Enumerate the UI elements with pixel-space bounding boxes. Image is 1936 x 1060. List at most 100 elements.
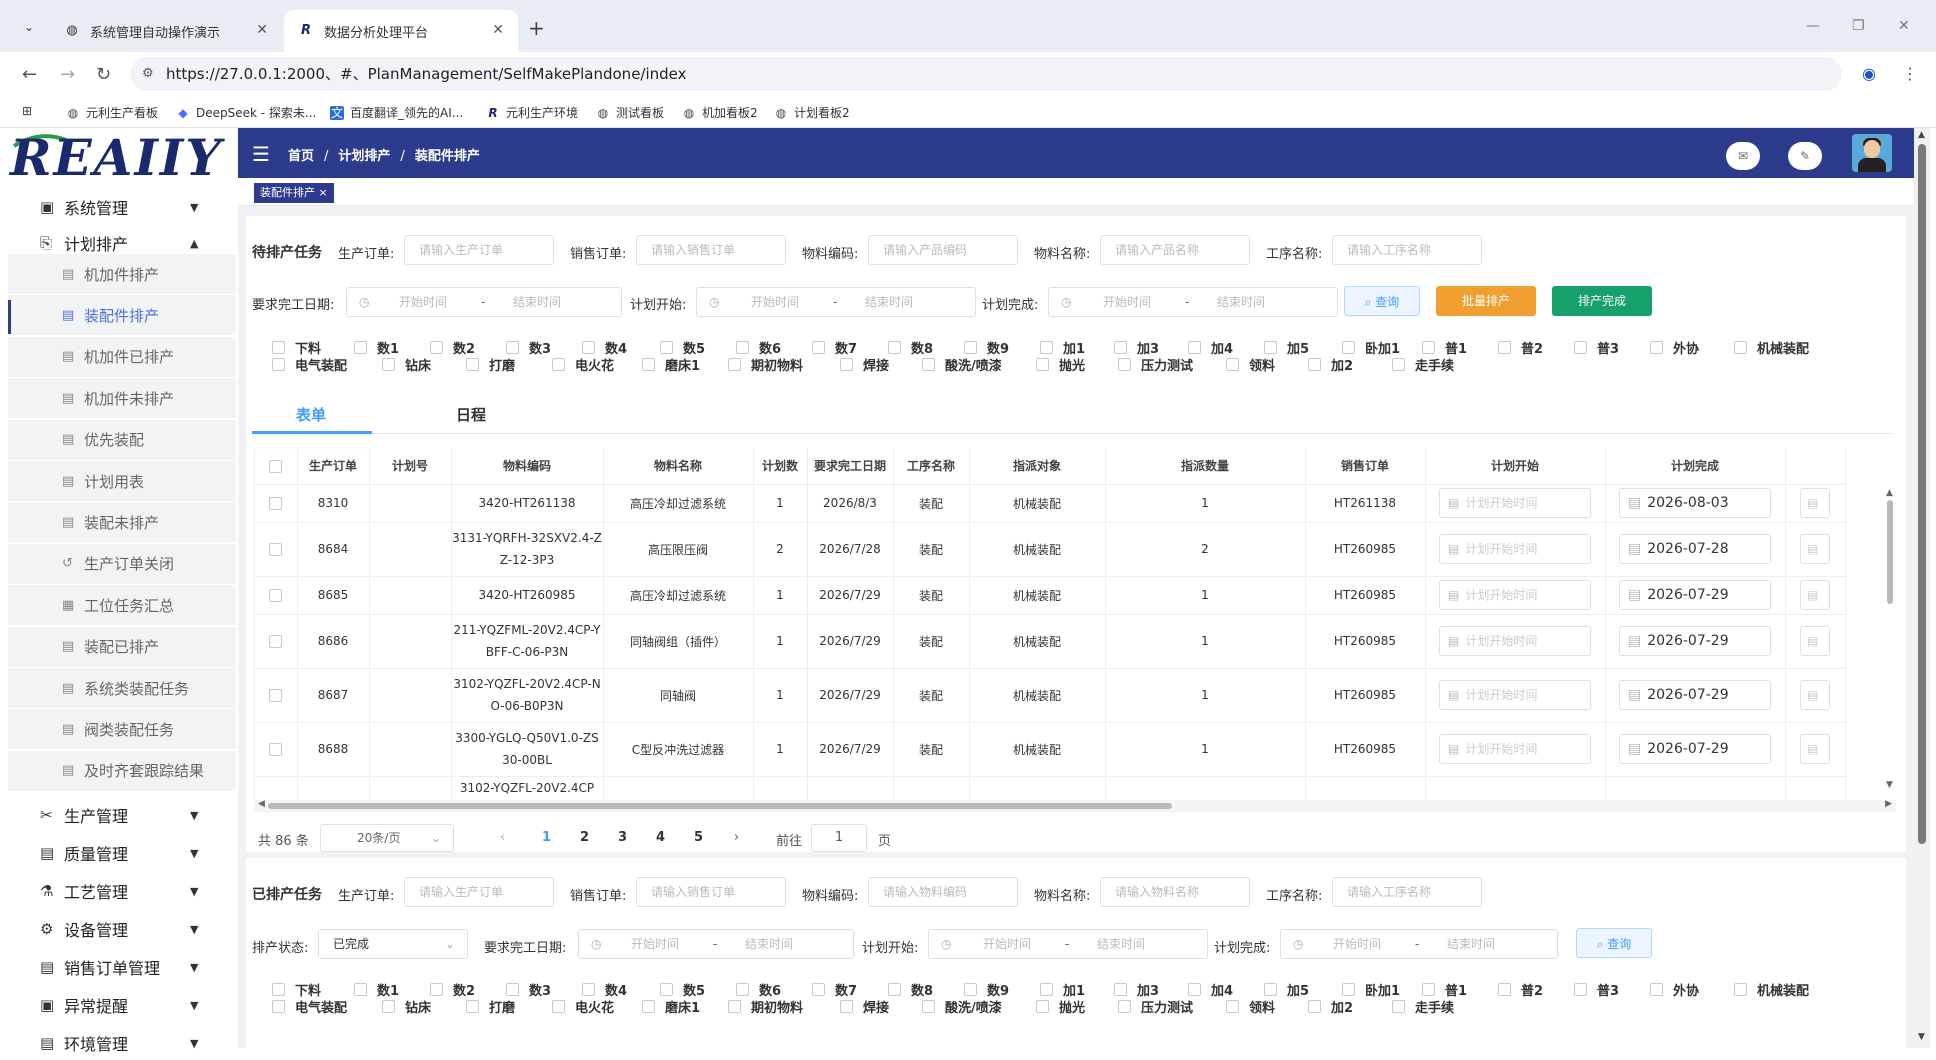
- checkbox-box[interactable]: [466, 1000, 479, 1013]
- table-vertical-scrollbar[interactable]: ▲ ▼: [1884, 488, 1896, 794]
- plan-end-picker[interactable]: ▤ 2026-07-28: [1619, 534, 1771, 564]
- checkbox-box[interactable]: [382, 1000, 395, 1013]
- calendar-icon[interactable]: ▤: [1800, 734, 1830, 764]
- page-number[interactable]: 2: [580, 830, 589, 845]
- checkbox-box[interactable]: [272, 983, 285, 996]
- bookmark-item[interactable]: ◍ 计划看板2: [774, 104, 850, 121]
- checkbox-box[interactable]: [466, 358, 479, 371]
- tab-form[interactable]: 表单: [296, 404, 326, 425]
- process-checkbox[interactable]: 磨床1: [642, 355, 700, 374]
- column-header[interactable]: 指派数量: [1105, 448, 1306, 485]
- column-header[interactable]: 要求完工日期: [807, 448, 894, 485]
- cell-plan-start[interactable]: ▤ 计划开始时间: [1425, 722, 1606, 777]
- process-input[interactable]: 请输入工序名称: [1332, 235, 1482, 265]
- process-checkbox[interactable]: 普2: [1498, 338, 1543, 357]
- mail-icon[interactable]: ✉: [1726, 142, 1760, 170]
- process-checkbox[interactable]: 普3: [1574, 980, 1619, 999]
- page-size-select[interactable]: 20条/页 ⌄: [320, 824, 454, 852]
- process-checkbox[interactable]: 期初物料: [728, 997, 803, 1016]
- process-checkbox[interactable]: 抛光: [1036, 355, 1085, 374]
- sidebar-section[interactable]: ▤ 环境管理 ▼: [0, 1026, 236, 1060]
- process-checkbox[interactable]: 打磨: [466, 997, 515, 1016]
- sidebar-item[interactable]: ▤ 机加件未排产: [8, 378, 236, 419]
- process-checkbox[interactable]: 钻床: [382, 355, 431, 374]
- done-req-date-range[interactable]: ◷ 开始时间 - 结束时间: [578, 929, 854, 959]
- checkbox-box[interactable]: [1342, 341, 1355, 354]
- checkbox-box[interactable]: [922, 1000, 935, 1013]
- calendar-icon[interactable]: ▤: [1800, 534, 1830, 564]
- checkbox-box[interactable]: [1226, 1000, 1239, 1013]
- process-checkbox[interactable]: 焊接: [840, 355, 889, 374]
- sidebar-item[interactable]: ▤ 装配件排产: [8, 295, 236, 336]
- process-checkbox[interactable]: 加2: [1308, 997, 1353, 1016]
- sidebar-item[interactable]: ↺ 生产订单关闭: [8, 543, 236, 584]
- process-checkbox[interactable]: 机械装配: [1734, 338, 1809, 357]
- calendar-icon[interactable]: ▤: [1800, 626, 1830, 656]
- goto-page-input[interactable]: 1: [811, 824, 867, 852]
- close-tag-icon[interactable]: ×: [319, 186, 328, 199]
- edit-icon[interactable]: ✎: [1788, 142, 1822, 170]
- process-checkbox[interactable]: 走手续: [1392, 355, 1454, 374]
- checkbox-box[interactable]: [728, 358, 741, 371]
- cell-extra[interactable]: ▤: [1785, 484, 1846, 523]
- checkbox-box[interactable]: [642, 358, 655, 371]
- checkbox-box[interactable]: [269, 689, 283, 702]
- sidebar-item[interactable]: ▤ 装配已排产: [8, 626, 236, 667]
- cell-extra[interactable]: ▤: [1785, 522, 1846, 577]
- calendar-icon[interactable]: ▤: [1800, 488, 1830, 518]
- site-info-icon[interactable]: ⚙: [142, 57, 154, 91]
- checkbox-box[interactable]: [1574, 341, 1587, 354]
- process-checkbox[interactable]: 磨床1: [642, 997, 700, 1016]
- tab-schedule[interactable]: 日程: [456, 404, 486, 425]
- checkbox-box[interactable]: [642, 1000, 655, 1013]
- column-header[interactable]: 生产订单: [297, 448, 370, 485]
- process-checkbox[interactable]: 钻床: [382, 997, 431, 1016]
- table-horizontal-scrollbar[interactable]: ◀ ▶: [254, 799, 1896, 812]
- process-checkbox[interactable]: 压力测试: [1118, 355, 1193, 374]
- process-checkbox[interactable]: 抛光: [1036, 997, 1085, 1016]
- breadcrumb-item[interactable]: 计划排产: [338, 149, 390, 164]
- plan-end-range[interactable]: ◷ 开始时间 - 结束时间: [1048, 287, 1338, 317]
- process-checkbox[interactable]: 电火花: [552, 997, 614, 1016]
- plan-start-picker[interactable]: ▤ 计划开始时间: [1439, 534, 1591, 564]
- row-checkbox-cell[interactable]: [255, 668, 298, 723]
- tab-search-icon[interactable]: ⌄: [18, 16, 40, 38]
- calendar-icon[interactable]: ▤: [1800, 580, 1830, 610]
- plan-start-picker[interactable]: ▤ 计划开始时间: [1439, 680, 1591, 710]
- plan-end-picker[interactable]: ▤ 2026-07-29: [1619, 680, 1771, 710]
- more-menu-icon[interactable]: ⋮: [1902, 64, 1918, 83]
- page-tag[interactable]: 装配件排产 ×: [254, 183, 334, 203]
- process-checkbox[interactable]: 领料: [1226, 997, 1275, 1016]
- checkbox-box[interactable]: [1118, 358, 1131, 371]
- checkbox-box[interactable]: [1226, 358, 1239, 371]
- cell-plan-start[interactable]: ▤ 计划开始时间: [1425, 484, 1606, 523]
- checkbox-box[interactable]: [354, 341, 367, 354]
- calendar-icon[interactable]: ▤: [1800, 680, 1830, 710]
- cell-plan-start[interactable]: ▤ 计划开始时间: [1425, 576, 1606, 615]
- cell-extra[interactable]: ▤: [1785, 614, 1846, 669]
- done-prod-order-input[interactable]: 请输入生产订单: [404, 877, 554, 907]
- mat-name-input[interactable]: 请输入产品名称: [1100, 235, 1250, 265]
- sidebar-section[interactable]: ▤ 销售订单管理 ▼: [0, 950, 236, 984]
- process-checkbox[interactable]: 酸洗/喷漆: [922, 997, 1002, 1016]
- checkbox-box[interactable]: [888, 341, 901, 354]
- sidebar-section[interactable]: ⚙ 设备管理 ▼: [0, 912, 236, 946]
- checkbox-box[interactable]: [1308, 1000, 1321, 1013]
- checkbox-box[interactable]: [1498, 341, 1511, 354]
- process-checkbox[interactable]: 电气装配: [272, 355, 347, 374]
- table-row[interactable]: 3102-YQZFL-20V2.4CP: [255, 776, 1846, 800]
- plan-start-range[interactable]: ◷ 开始时间 - 结束时间: [696, 287, 976, 317]
- cell-plan-end[interactable]: [1605, 776, 1786, 800]
- column-header[interactable]: 物料编码: [451, 448, 604, 485]
- checkbox-box[interactable]: [1650, 983, 1663, 996]
- page-scrollbar[interactable]: ▲ ▼: [1914, 128, 1930, 1048]
- done-plan-end-range[interactable]: ◷ 开始时间 - 结束时间: [1280, 929, 1558, 959]
- process-checkbox[interactable]: 外协: [1650, 980, 1699, 999]
- plan-end-picker[interactable]: ▤ 2026-08-03: [1619, 488, 1771, 518]
- row-checkbox-cell[interactable]: [255, 722, 298, 777]
- process-checkbox[interactable]: 机械装配: [1734, 980, 1809, 999]
- sidebar-item[interactable]: ▤ 优先装配: [8, 419, 236, 460]
- prev-page-icon[interactable]: ‹: [500, 830, 505, 845]
- column-header[interactable]: 指派对象: [969, 448, 1106, 485]
- column-header[interactable]: 计划完成: [1605, 448, 1786, 485]
